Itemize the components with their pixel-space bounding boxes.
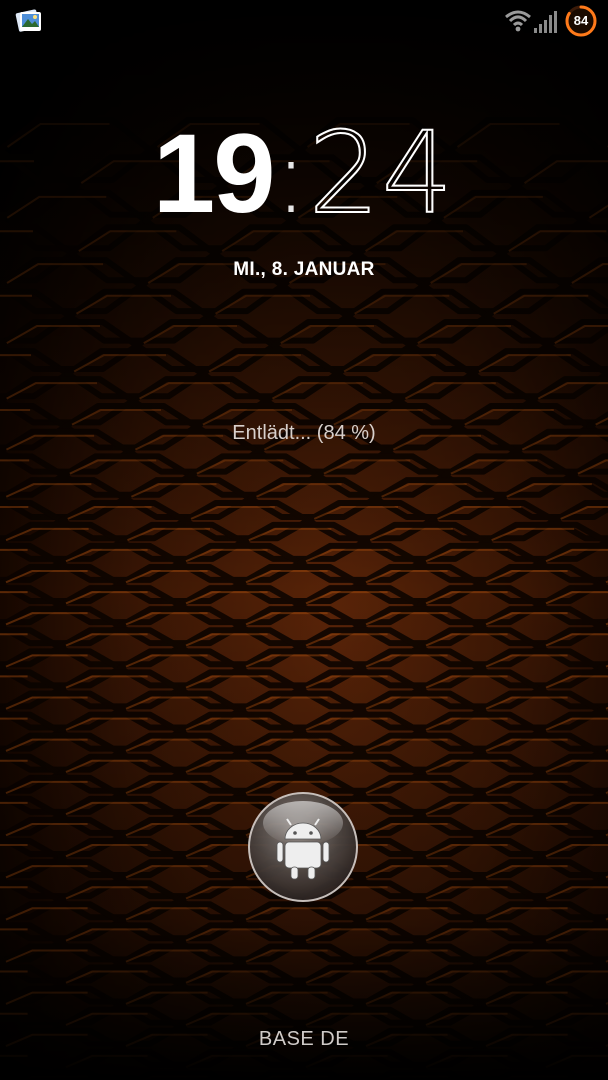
clock-minute: 24 [308, 109, 456, 239]
clock-separator: : [273, 115, 309, 237]
lockscreen-date: MI., 8. JANUAR [233, 259, 375, 280]
android-icon [248, 792, 358, 902]
signal-bars-icon [534, 11, 557, 33]
gallery-icon[interactable] [14, 6, 44, 36]
battery-status-text: Entlädt... (84 %) [232, 422, 376, 444]
battery-level-text: 84 [573, 13, 589, 28]
wifi-icon [505, 10, 531, 32]
carrier-name: BASE DE [258, 1028, 350, 1050]
status-bar: 84 [0, 0, 608, 44]
lockscreen-clock: 19:24 [0, 117, 608, 231]
clock-hour: 19 [152, 111, 276, 236]
unlock-handle[interactable] [247, 791, 359, 903]
